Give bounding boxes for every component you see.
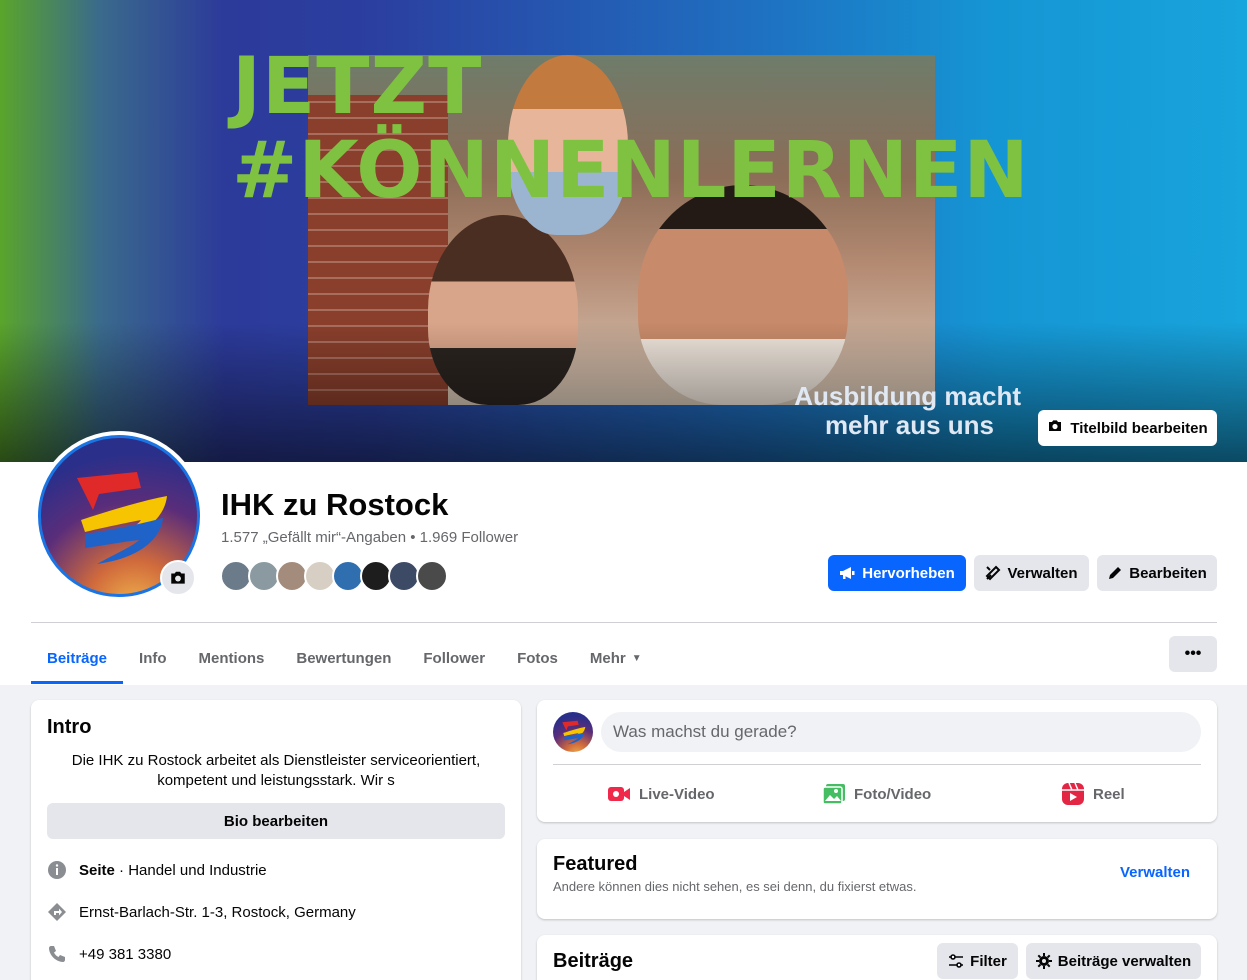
manage-posts-label: Beiträge verwalten xyxy=(1057,952,1192,970)
intro-phone[interactable]: +49 381 3380 xyxy=(47,944,171,964)
tab-label: Info xyxy=(139,649,167,667)
edit-bio-button[interactable]: Bio bearbeiten xyxy=(47,803,505,839)
edit-cover-label: Titelbild bearbeiten xyxy=(1070,419,1208,437)
post-composer: Was machst du gerade? Live-Video Foto/Vi… xyxy=(537,700,1217,822)
tab-label: Beiträge xyxy=(47,649,108,667)
intro-title: Intro xyxy=(47,716,92,738)
intro-bio: Die IHK zu Rostock arbeitet als Dienstle… xyxy=(71,752,481,789)
pencil-icon xyxy=(1109,567,1122,579)
edit-cover-button[interactable]: Titelbild bearbeiten xyxy=(1038,410,1217,446)
status-placeholder: Was machst du gerade? xyxy=(613,722,797,741)
intro-category: Seite · Handel und Industrie xyxy=(47,860,267,880)
edit-button[interactable]: Bearbeiten xyxy=(1097,555,1217,591)
cover-photo[interactable]: JETZT #KÖNNENLERNEN Ausbildung macht meh… xyxy=(0,0,1247,462)
page-title: IHK zu Rostock xyxy=(221,487,449,522)
featured-manage-link[interactable]: Verwalten xyxy=(1120,864,1190,881)
cover-tagline-line2: mehr aus uns xyxy=(824,410,994,440)
reel-icon xyxy=(1062,782,1084,805)
manage-button[interactable]: Verwalten xyxy=(974,555,1089,591)
tools-icon xyxy=(986,565,1001,581)
photo-video-icon xyxy=(822,784,845,805)
status-input[interactable]: Was machst du gerade? xyxy=(601,712,1201,752)
profile-picture-camera-button[interactable] xyxy=(160,560,196,596)
reel-label: Reel xyxy=(1093,785,1125,803)
posts-card: Beiträge Filter Beiträge verwalten xyxy=(537,935,1217,980)
featured-subtitle: Andere können dies nicht sehen, es sei d… xyxy=(553,879,917,894)
follower-avatar[interactable] xyxy=(416,560,448,592)
address-text: Ernst-Barlach-Str. 1-3, Rostock, Germany xyxy=(79,903,356,921)
photo-video-button[interactable]: Foto/Video xyxy=(822,778,931,810)
tab-mentions[interactable]: Mentions xyxy=(183,632,281,684)
caret-down-icon: ▼ xyxy=(631,652,642,664)
live-video-label: Live-Video xyxy=(639,785,715,803)
live-video-icon xyxy=(608,787,630,801)
filter-label: Filter xyxy=(970,952,1007,970)
header-divider xyxy=(31,622,1217,623)
posts-title: Beiträge xyxy=(553,950,634,972)
tab-photos[interactable]: Fotos xyxy=(501,632,574,684)
profile-tabs: Beiträge Info Mentions Bewertungen Follo… xyxy=(31,632,658,684)
tab-posts[interactable]: Beiträge xyxy=(31,632,124,684)
promote-label: Hervorheben xyxy=(862,564,955,582)
tab-label: Fotos xyxy=(517,649,558,667)
phone-icon xyxy=(47,944,67,964)
manage-label: Verwalten xyxy=(1007,564,1078,582)
manage-posts-button[interactable]: Beiträge verwalten xyxy=(1026,943,1201,979)
more-options-button[interactable]: ••• xyxy=(1169,636,1217,672)
category-value: · Handel und Industrie xyxy=(114,861,267,879)
tab-info[interactable]: Info xyxy=(123,632,183,684)
gear-icon xyxy=(1035,953,1052,969)
tab-label: Follower xyxy=(423,649,486,667)
featured-title: Featured xyxy=(553,853,638,875)
tab-more[interactable]: Mehr ▼ xyxy=(574,632,658,684)
promote-button[interactable]: Hervorheben xyxy=(828,555,966,591)
cover-headline-line2: #KÖNNENLERNEN xyxy=(232,126,1030,216)
phone-text: +49 381 3380 xyxy=(79,945,172,963)
reel-button[interactable]: Reel xyxy=(1061,778,1125,810)
filter-button[interactable]: Filter xyxy=(937,943,1018,979)
edit-bio-label: Bio bearbeiten xyxy=(223,812,329,830)
camera-icon xyxy=(171,571,185,584)
directions-icon xyxy=(47,902,67,922)
intro-card: Intro Die IHK zu Rostock arbeitet als Di… xyxy=(31,700,521,980)
more-dots-icon: ••• xyxy=(1184,645,1202,662)
person-left xyxy=(428,215,578,405)
featured-card: Featured Andere können dies nicht sehen,… xyxy=(537,839,1217,919)
category-type: Seite xyxy=(79,861,115,879)
cover-tagline-line1: Ausbildung macht xyxy=(794,381,1021,411)
tab-followers[interactable]: Follower xyxy=(407,632,501,684)
live-video-button[interactable]: Live-Video xyxy=(607,778,715,810)
megaphone-icon xyxy=(840,567,855,579)
ihk-logo-icon xyxy=(562,720,586,745)
follower-avatars[interactable] xyxy=(220,560,448,592)
filter-icon xyxy=(949,954,964,968)
info-icon xyxy=(47,860,67,880)
camera-icon xyxy=(1047,418,1063,438)
page-stats[interactable]: 1.577 „Gefällt mir“-Angaben • 1.969 Foll… xyxy=(221,529,518,546)
tab-label: Mehr xyxy=(589,649,626,667)
tab-label: Mentions xyxy=(198,649,265,667)
tab-reviews[interactable]: Bewertungen xyxy=(280,632,407,684)
edit-label: Bearbeiten xyxy=(1129,564,1207,582)
tab-label: Bewertungen xyxy=(296,649,392,667)
composer-avatar[interactable] xyxy=(553,712,593,752)
cover-headline-line1: JETZT xyxy=(232,42,483,132)
composer-divider xyxy=(553,764,1201,765)
intro-address[interactable]: Ernst-Barlach-Str. 1-3, Rostock, Germany xyxy=(47,902,356,922)
person-right xyxy=(638,185,848,405)
photo-video-label: Foto/Video xyxy=(854,785,932,803)
